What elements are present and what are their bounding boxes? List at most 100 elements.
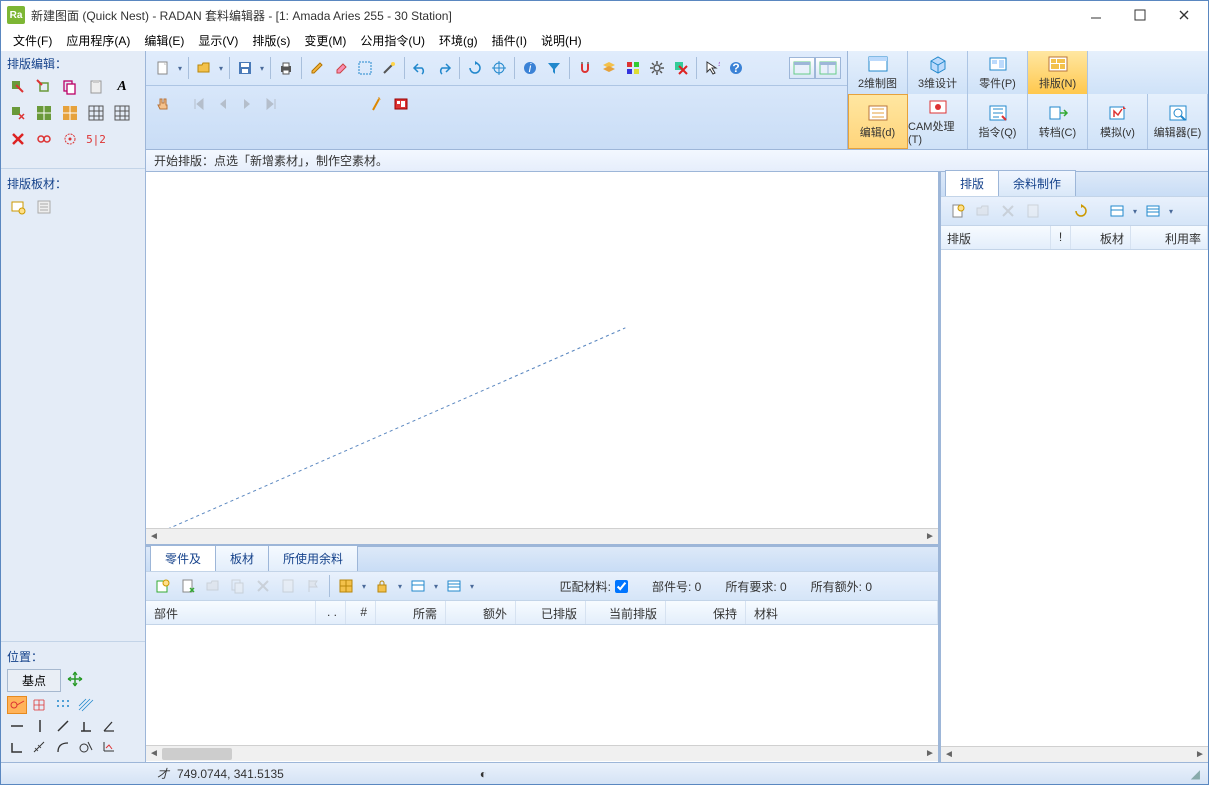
gear-icon[interactable] [646,57,668,79]
bp-flag-icon[interactable] [302,575,324,597]
bp-lock-dropdown[interactable]: ▾ [396,582,404,591]
sheet-props-icon[interactable] [33,196,55,218]
rp-refresh-icon[interactable] [1070,200,1092,222]
right-tab-nest[interactable]: 排版 [945,170,999,196]
move-icon[interactable] [67,671,83,690]
rcol-util[interactable]: 利用率 [1131,226,1208,249]
menu-file[interactable]: 文件(F) [9,30,56,51]
rp-list-dropdown[interactable]: ▾ [1167,207,1175,216]
sub-sim[interactable]: 模拟(v) [1088,94,1148,149]
snap-hatch-icon[interactable] [76,696,96,714]
crosshair-icon[interactable] [488,57,510,79]
snap-vert-icon[interactable] [30,717,50,735]
menu-app[interactable]: 应用程序(A) [62,30,134,51]
nest-scroll-left-icon[interactable]: ◄ [941,747,957,762]
rcol-nest[interactable]: 排版 [941,226,1051,249]
rp-list-icon[interactable] [1142,200,1164,222]
menu-edit[interactable]: 编辑(E) [140,30,188,51]
menu-nest[interactable]: 排版(s) [248,30,294,51]
new-sheet-icon[interactable] [7,196,29,218]
bottom-tab-remnant[interactable]: 所使用余料 [268,545,358,571]
bp-open-icon[interactable] [202,575,224,597]
target-icon[interactable] [59,128,81,150]
select-icon[interactable] [354,57,376,79]
bp-list-dropdown[interactable]: ▾ [468,582,476,591]
magnet-icon[interactable] [574,57,596,79]
scroll-right-icon[interactable]: ► [922,529,938,544]
sub-edit[interactable]: 编辑(d) [848,94,908,149]
text-icon[interactable]: A [111,76,133,98]
scrollbar-thumb[interactable] [162,748,232,760]
close-button[interactable] [1162,2,1206,28]
sub-export[interactable]: 转档(C) [1028,94,1088,149]
rp-table-icon[interactable] [1106,200,1128,222]
menu-view[interactable]: 显示(V) [194,30,242,51]
open-folder-icon[interactable] [193,57,215,79]
layers-icon[interactable] [598,57,620,79]
snap-corner-icon[interactable] [7,738,27,756]
refresh-icon[interactable] [464,57,486,79]
scroll-left-icon[interactable]: ◄ [146,529,162,544]
tool-btn-2[interactable] [33,76,55,98]
info-icon[interactable]: i [519,57,541,79]
help-icon[interactable]: ? [725,57,747,79]
bottom-tab-parts[interactable]: 零件及 [150,545,216,571]
cursor-help-icon[interactable]: ? [701,57,723,79]
view-single-button[interactable] [789,57,815,79]
rp-paste-icon[interactable] [1022,200,1044,222]
rp-delete-icon[interactable] [997,200,1019,222]
tool-btn-1[interactable] [7,76,29,98]
snap-endpoint-icon[interactable] [7,696,27,714]
rp-open-icon[interactable] [972,200,994,222]
print-icon[interactable] [275,57,297,79]
snap-dots-icon[interactable] [53,696,73,714]
save-icon[interactable] [234,57,256,79]
nest-scroll-right-icon[interactable]: ► [1192,747,1208,762]
wand-icon[interactable] [378,57,400,79]
menu-public[interactable]: 公用指令(U) [356,30,429,51]
delete-icon[interactable] [7,128,29,150]
mode-3d-design[interactable]: 3维设计 [908,51,968,94]
bp-grid-icon[interactable] [335,575,357,597]
bp-grid-dropdown[interactable]: ▾ [360,582,368,591]
bp-lock-icon[interactable] [371,575,393,597]
pencil-icon[interactable] [306,57,328,79]
base-point-button[interactable]: 基点 [7,669,61,692]
snap-angle-icon[interactable] [99,717,119,735]
menu-env[interactable]: 环境(g) [435,30,482,51]
redo-icon[interactable] [433,57,455,79]
snap-perp-icon[interactable] [76,717,96,735]
maximize-button[interactable] [1118,2,1162,28]
new-file-icon[interactable] [152,57,174,79]
col-keep[interactable]: 保持 [666,601,746,624]
parts-h-scrollbar[interactable]: ◄ ► [146,745,938,761]
menu-help[interactable]: 说明(H) [537,30,586,51]
tool-btn-6[interactable] [7,102,29,124]
grid-green-icon[interactable] [33,102,55,124]
bp-new-icon[interactable] [177,575,199,597]
cancel-tool-icon[interactable] [670,57,692,79]
next-icon[interactable] [236,93,258,115]
col-part[interactable]: 部件 [146,601,316,624]
drawing-canvas[interactable]: ◄ ► [146,172,938,544]
snap-measure-icon[interactable] [30,738,50,756]
copy-icon[interactable] [59,76,81,98]
grid-icon-a[interactable] [85,102,107,124]
mode-parts[interactable]: 零件(P) [968,51,1028,94]
rcol-sheet[interactable]: 板材 [1071,226,1131,249]
col-extra[interactable]: 额外 [446,601,516,624]
nest-h-scrollbar[interactable]: ◄ ► [941,746,1208,762]
resize-grip-icon[interactable]: ◢ [1191,767,1200,781]
snap-grid-icon[interactable] [30,696,50,714]
mode-nest[interactable]: 排版(N) [1028,51,1088,94]
menu-change[interactable]: 变更(M) [300,30,350,51]
grid-icon-b[interactable] [111,102,133,124]
palette-icon[interactable] [622,57,644,79]
bp-table-icon[interactable] [407,575,429,597]
auto-nest-icon[interactable] [366,93,388,115]
last-icon[interactable] [260,93,282,115]
snap-xy-icon[interactable] [99,738,119,756]
col-nested[interactable]: 已排版 [516,601,586,624]
col-dots[interactable]: . . [316,601,346,624]
col-mat[interactable]: 材料 [746,601,938,624]
